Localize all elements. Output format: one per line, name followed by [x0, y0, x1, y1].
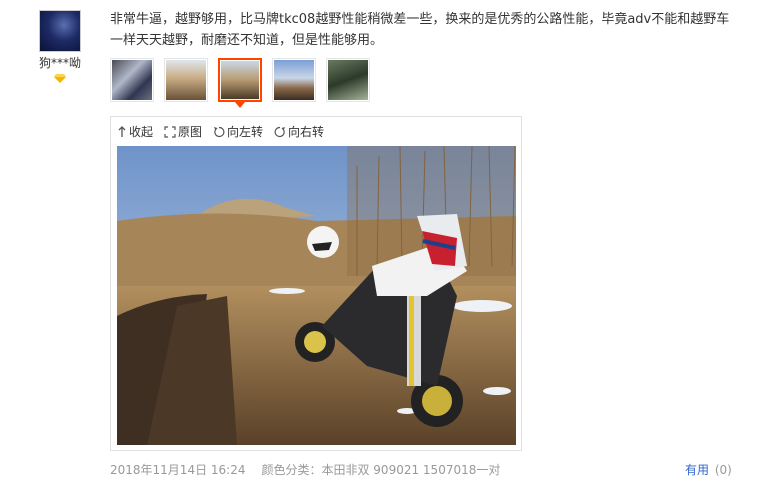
rotate-left-label: 向左转 — [227, 125, 264, 139]
collapse-button[interactable]: 收起 — [117, 123, 153, 140]
username: 狗***呦 — [38, 56, 81, 70]
rotate-right-label: 向右转 — [288, 125, 325, 139]
thumbnail-3-selected[interactable] — [218, 58, 262, 108]
arrow-up-icon — [118, 125, 126, 137]
original-label: 原图 — [178, 125, 203, 139]
original-image-button[interactable]: 原图 — [164, 123, 202, 140]
collapse-label: 收起 — [129, 125, 154, 139]
user-column: 狗***呦 — [30, 10, 90, 83]
viewer-toolbar: 收起 原图 向左转 向右转 — [117, 123, 335, 140]
rotate-left-button[interactable]: 向左转 — [213, 123, 263, 140]
review-date: 2018年11月14日 16:24 — [110, 463, 246, 477]
image-viewer: 收起 原图 向左转 向右转 — [110, 116, 522, 451]
vip-diamond-icon — [54, 74, 66, 83]
useful-label[interactable]: 有用 — [685, 463, 709, 477]
thumbnail-5[interactable] — [326, 58, 370, 102]
sku-info: 颜色分类：本田非双 909021 1507018一对 — [261, 463, 501, 477]
useful-button[interactable]: 有用 (0) — [685, 461, 732, 478]
rotate-left-icon — [214, 126, 225, 137]
rotate-right-button[interactable]: 向右转 — [274, 123, 324, 140]
user-avatar — [39, 10, 81, 52]
review-text: 非常牛逼，越野够用，比马牌tkc08越野性能稍微差一些，换来的是优秀的公路性能，… — [110, 12, 730, 48]
review-photo — [117, 146, 516, 445]
review-meta: 2018年11月14日 16:24 颜色分类：本田非双 909021 15070… — [110, 461, 500, 478]
expand-icon — [164, 125, 176, 138]
thumbnail-1[interactable] — [110, 58, 154, 102]
thumbnail-strip — [110, 58, 380, 108]
thumbnail-2[interactable] — [164, 58, 208, 102]
thumbnail-4[interactable] — [272, 58, 316, 102]
useful-count: (0) — [714, 463, 732, 477]
rotate-right-icon — [274, 126, 286, 137]
